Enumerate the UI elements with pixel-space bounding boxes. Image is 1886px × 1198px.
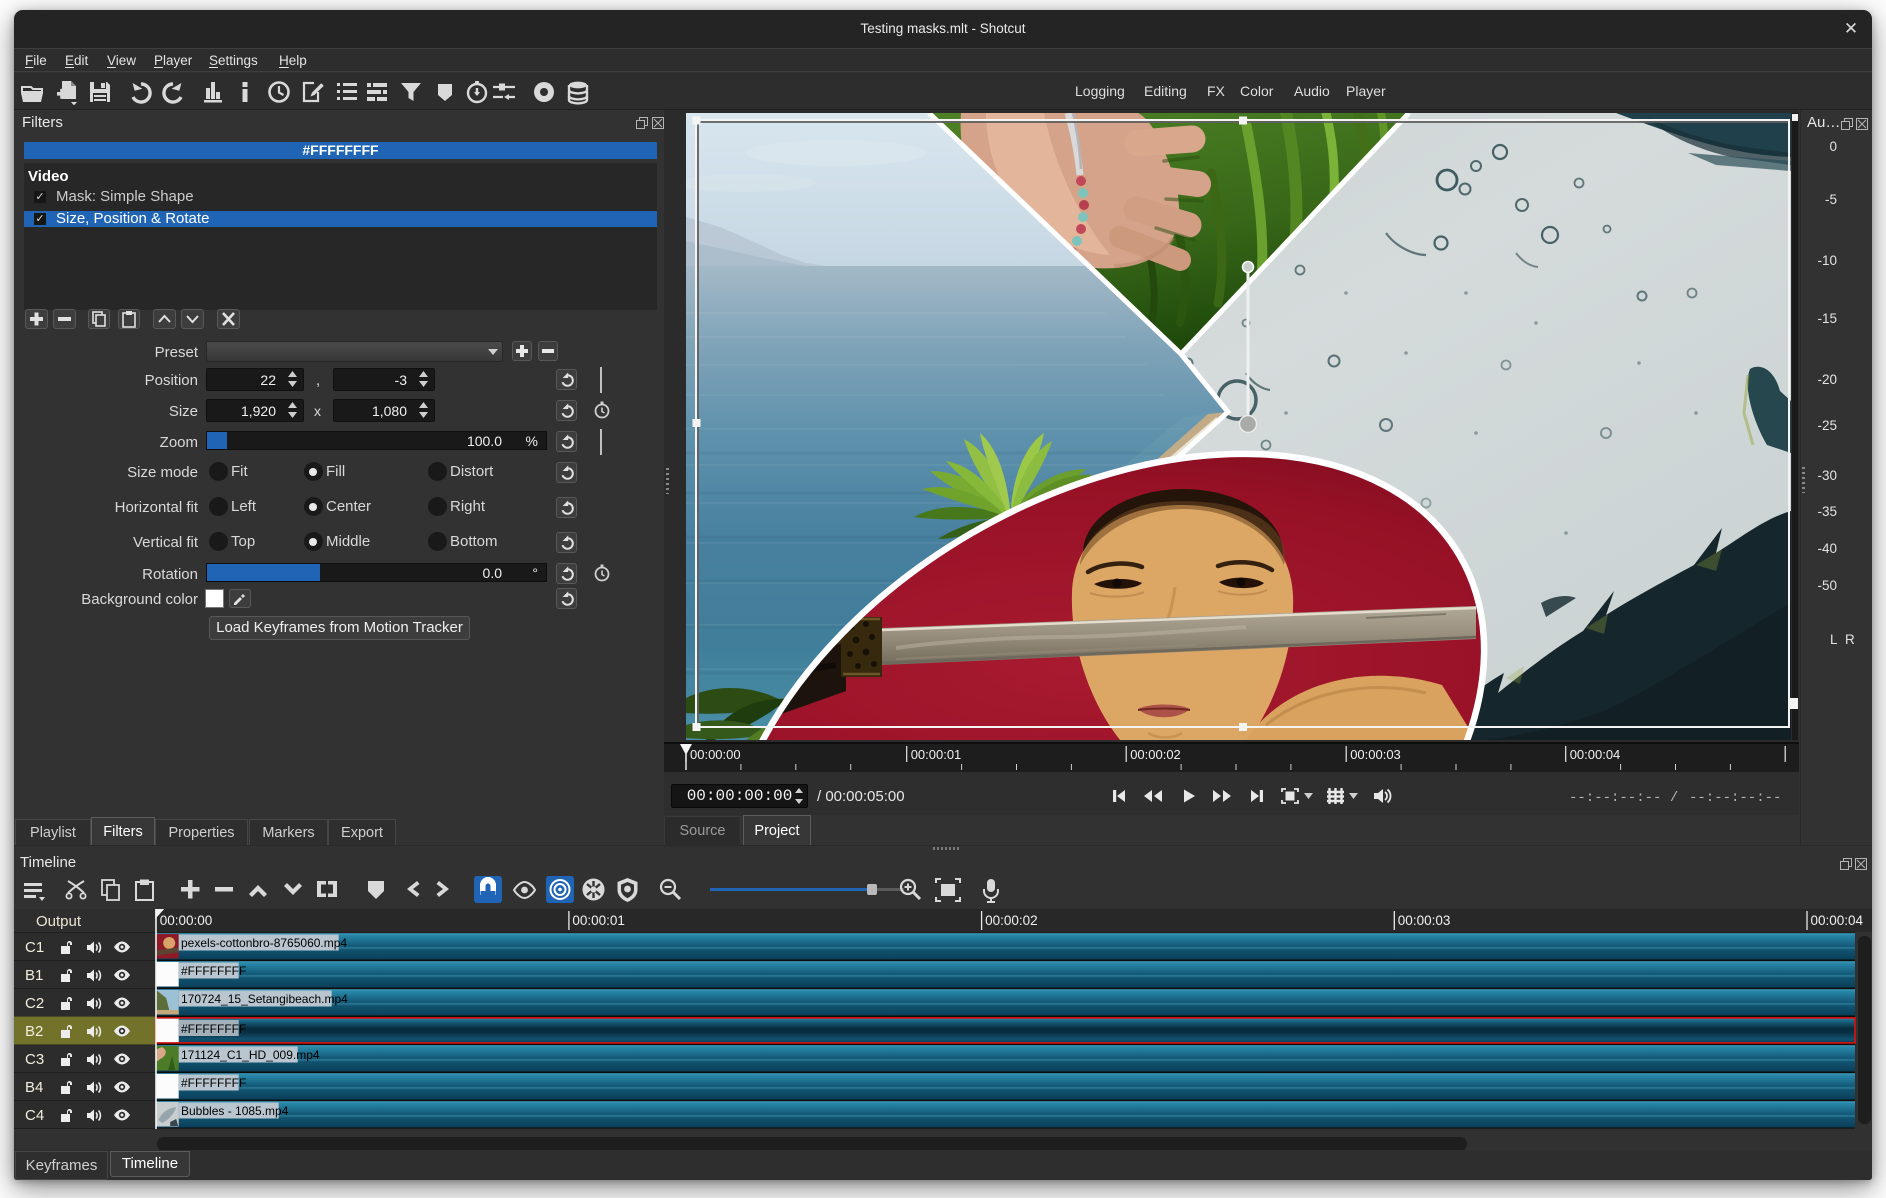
svg-text:B1: B1 <box>25 967 43 984</box>
svg-text:Bubbles - 1085.mp4: Bubbles - 1085.mp4 <box>181 1104 289 1118</box>
svg-text:00:00:01: 00:00:01 <box>572 913 625 928</box>
svg-text:B4: B4 <box>25 1079 43 1096</box>
svg-text:#FFFFFFFF: #FFFFFFFF <box>181 1076 246 1090</box>
svg-text:171124_C1_HD_009.mp4: 171124_C1_HD_009.mp4 <box>181 1048 320 1062</box>
svg-text:00:00:03: 00:00:03 <box>1398 913 1451 928</box>
svg-text:C3: C3 <box>25 1051 44 1068</box>
svg-text:#FFFFFFFF: #FFFFFFFF <box>181 964 246 978</box>
svg-text:00:00:01: 00:00:01 <box>911 747 962 762</box>
svg-text:00:00:03: 00:00:03 <box>1350 747 1401 762</box>
svg-text:pexels-cottonbro-8765060.mp4: pexels-cottonbro-8765060.mp4 <box>181 936 347 950</box>
svg-text:00:00:04: 00:00:04 <box>1570 747 1621 762</box>
svg-text:00:00:02: 00:00:02 <box>985 913 1038 928</box>
svg-text:#FFFFFFFF: #FFFFFFFF <box>181 1022 246 1036</box>
svg-text:00:00:00: 00:00:00 <box>690 747 741 762</box>
svg-text:00:00:00: 00:00:00 <box>160 913 213 928</box>
svg-text:00:00:02: 00:00:02 <box>1130 747 1181 762</box>
svg-text:C4: C4 <box>25 1107 44 1124</box>
svg-text:C2: C2 <box>25 995 44 1012</box>
svg-text:170724_15_Setangibeach.mp4: 170724_15_Setangibeach.mp4 <box>181 992 348 1006</box>
svg-text:C1: C1 <box>25 939 44 956</box>
svg-text:Output: Output <box>36 913 82 930</box>
svg-text:B2: B2 <box>25 1023 43 1040</box>
svg-text:00:00:04: 00:00:04 <box>1811 913 1864 928</box>
